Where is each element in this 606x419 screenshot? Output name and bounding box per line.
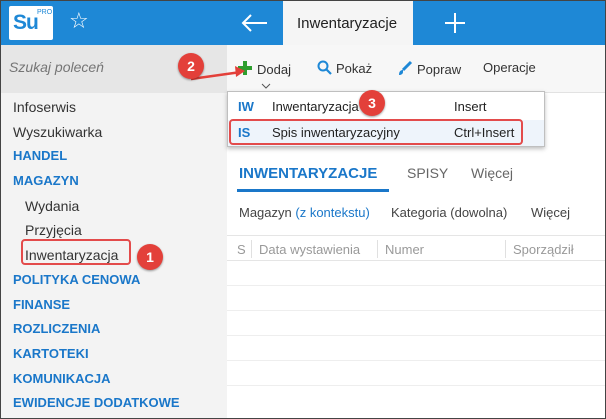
annotation-arrow xyxy=(190,66,245,81)
annotation-badge-1: 1 xyxy=(137,244,163,270)
app-window: Su PRO ☆ Inwentaryzacje Infoserwis Wyszu… xyxy=(0,0,606,419)
annotation-badge-3: 3 xyxy=(359,90,385,116)
annotation-badge-2: 2 xyxy=(178,53,204,79)
